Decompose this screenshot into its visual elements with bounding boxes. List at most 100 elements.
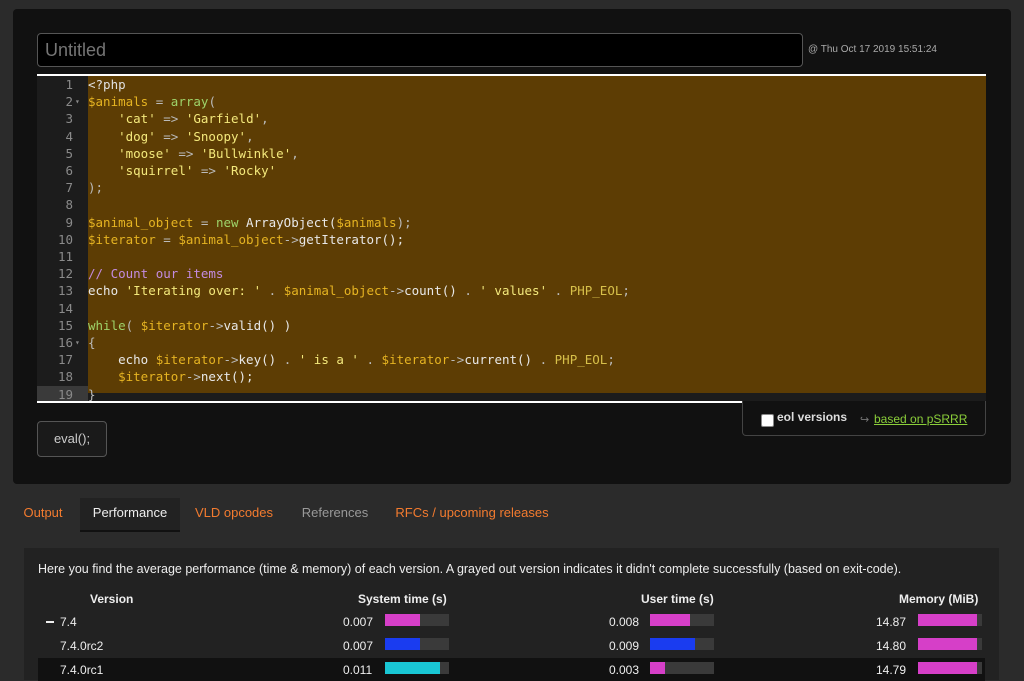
code-token: =>: [155, 111, 186, 127]
line-number-row: 3: [37, 110, 88, 127]
line-number-row: 10: [37, 231, 88, 248]
code-token: =>: [170, 145, 201, 161]
line-number-row: 8: [37, 196, 88, 213]
code-line-text: 'cat' => 'Garfield',: [88, 110, 269, 127]
line-number: 6: [65, 163, 73, 178]
memory-bar-fill: [918, 638, 977, 650]
collapse-icon[interactable]: [46, 621, 54, 623]
tab-output[interactable]: Output: [10, 498, 76, 530]
line-number-row: 12: [37, 265, 88, 282]
header-memory: Memory (MiB): [899, 592, 979, 606]
memory-bar-fill: [918, 614, 977, 626]
code-line[interactable]: );: [88, 179, 986, 196]
code-line-text: echo 'Iterating over: ' . $animal_object…: [88, 282, 630, 299]
tab-rfcs-upcoming-releases[interactable]: RFCs / upcoming releases: [384, 498, 560, 530]
tab-references[interactable]: References: [290, 498, 380, 530]
performance-description: Here you find the average performance (t…: [38, 562, 902, 576]
code-line[interactable]: $iterator->next();: [88, 368, 986, 385]
code-token: 'Rocky': [223, 163, 277, 178]
line-number: 1: [65, 77, 73, 92]
line-number: 15: [57, 317, 73, 333]
code-token: PHP_EOL: [554, 352, 608, 368]
code-line[interactable]: [88, 300, 986, 317]
code-line-text: {: [88, 334, 96, 351]
code-line[interactable]: echo $iterator->key() . ' is a ' . $iter…: [88, 351, 986, 368]
line-number: 17: [57, 352, 73, 368]
code-line[interactable]: [88, 196, 986, 213]
eol-versions-checkbox[interactable]: [761, 414, 774, 427]
tab-performance[interactable]: Performance: [80, 498, 180, 532]
code-line[interactable]: 'dog' => 'Snoopy',: [88, 128, 986, 145]
performance-panel: Here you find the average performance (t…: [24, 548, 999, 681]
code-line-text: // Count our items: [88, 265, 223, 282]
code-editor[interactable]: 1 2 ▾ 3 4 5 6 7 8 9 10 11 12 13 14 15 16 ▾ 17 18 19 <?php $an…: [37, 74, 986, 403]
code-token: 'cat': [118, 111, 156, 127]
code-token: key(): [238, 352, 277, 368]
fold-toggle-icon[interactable]: ▾: [75, 93, 80, 110]
eval-button[interactable]: eval();: [37, 421, 107, 457]
code-line[interactable]: // Count our items: [88, 265, 986, 282]
version-cell: 7.4: [60, 615, 77, 629]
code-line[interactable]: <?php: [88, 76, 986, 93]
code-token: 'moose': [118, 145, 171, 161]
code-line[interactable]: $animal_object = new ArrayObject($animal…: [88, 214, 986, 231]
line-number-row: 16 ▾: [37, 334, 88, 351]
tab-vld-opcodes[interactable]: VLD opcodes: [182, 498, 286, 530]
code-token: echo: [88, 283, 126, 299]
code-line-text: echo $iterator->key() . ' is a ' . $iter…: [88, 351, 615, 368]
line-number: 18: [57, 369, 73, 385]
memory-value: 14.79: [876, 663, 907, 677]
code-token: 'Iterating over: ': [125, 283, 262, 299]
header-version: Version: [90, 592, 134, 606]
options-box: eol versions ↪ based on pSRRR: [742, 401, 986, 436]
code-line[interactable]: [88, 248, 986, 265]
user-time-value: 0.003: [609, 663, 640, 677]
line-number: 5: [65, 145, 73, 161]
code-line[interactable]: while( $iterator->valid() ): [88, 317, 986, 334]
code-line[interactable]: 'cat' => 'Garfield',: [88, 110, 986, 127]
line-number-row: 14: [37, 300, 88, 317]
code-line-text: while( $iterator->valid() ): [88, 317, 291, 334]
code-token: current(): [464, 352, 533, 368]
line-number-row: 6: [37, 162, 88, 179]
table-row[interactable]: 7.4.0rc1 0.011 0.003 14.79: [38, 658, 985, 681]
memory-bar-track: [918, 662, 982, 674]
fold-toggle-icon[interactable]: ▾: [75, 334, 80, 351]
line-number: 13: [57, 283, 73, 299]
line-gutter: 1 2 ▾ 3 4 5 6 7 8 9 10 11 12 13 14 15 16 ▾ 17 18 19: [37, 76, 88, 401]
code-token: ' values': [479, 283, 548, 299]
code-line[interactable]: $iterator = $animal_object->getIterator(…: [88, 231, 986, 248]
code-token: getIterator();: [298, 231, 405, 247]
table-row[interactable]: 7.4 0.007 0.008 14.87: [38, 610, 985, 633]
memory-value: 14.80: [876, 639, 907, 653]
code-token: .: [261, 283, 284, 299]
code-token: array: [170, 94, 209, 110]
code-line[interactable]: $animals = array(: [88, 93, 986, 110]
system-bar-fill: [385, 662, 441, 674]
user-bar-fill: [650, 614, 690, 626]
line-number-row: 11: [37, 248, 88, 265]
psrrr-link[interactable]: based on pSRRR: [874, 412, 967, 426]
code-token: }: [88, 386, 96, 402]
line-number: 16: [57, 335, 73, 350]
code-token: next();: [200, 369, 254, 385]
title-input[interactable]: [37, 33, 803, 67]
code-token: $iterator: [140, 317, 209, 333]
code-line[interactable]: {: [88, 334, 986, 351]
code-line[interactable]: 'moose' => 'Bullwinkle',: [88, 145, 986, 162]
code-line[interactable]: echo 'Iterating over: ' . $animal_object…: [88, 282, 986, 299]
code-token: echo: [88, 352, 156, 368]
code-token: $iterator: [155, 352, 224, 368]
code-token: 'Bullwinkle': [200, 145, 292, 161]
version-cell: 7.4.0rc2: [60, 639, 104, 653]
code-token: (: [208, 94, 216, 110]
code-token: ->: [283, 231, 299, 247]
table-row[interactable]: 7.4.0rc2 0.007 0.009 14.80: [38, 634, 985, 657]
code-line[interactable]: 'squirrel' => 'Rocky': [88, 162, 986, 179]
code-area[interactable]: <?php $animals = array( 'cat' => 'Garfiel…: [88, 76, 986, 401]
editor-panel: @ Thu Oct 17 2019 15:51:24 12▾3456789101…: [13, 9, 1011, 484]
line-number: 8: [65, 197, 73, 213]
